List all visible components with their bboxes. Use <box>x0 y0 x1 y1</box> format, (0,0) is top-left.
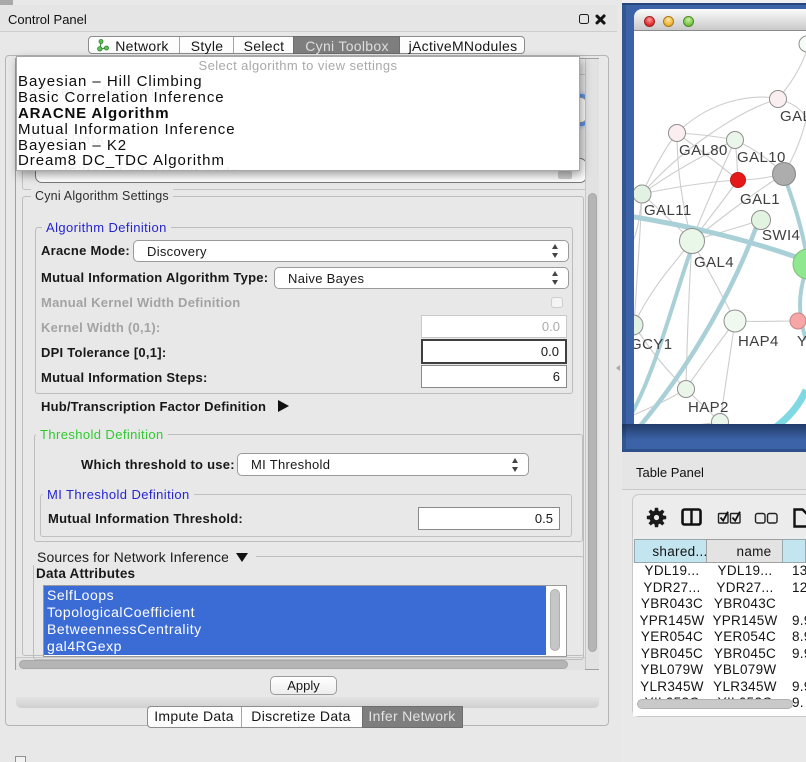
svg-text:SWI4: SWI4 <box>762 227 800 244</box>
svg-text:GAL10: GAL10 <box>737 149 786 166</box>
svg-text:GAL11: GAL11 <box>644 202 692 219</box>
svg-text:GAL80: GAL80 <box>679 142 728 159</box>
svg-text:HAP2: HAP2 <box>688 399 729 416</box>
svg-text:GCY1: GCY1 <box>634 336 672 353</box>
svg-text:HAP4: HAP4 <box>738 333 779 350</box>
svg-text:GAL1: GAL1 <box>740 191 780 208</box>
svg-text:GAL4: GAL4 <box>694 254 734 271</box>
svg-text:GAL7: GAL7 <box>780 108 806 125</box>
svg-text:YJ: YJ <box>797 333 806 350</box>
